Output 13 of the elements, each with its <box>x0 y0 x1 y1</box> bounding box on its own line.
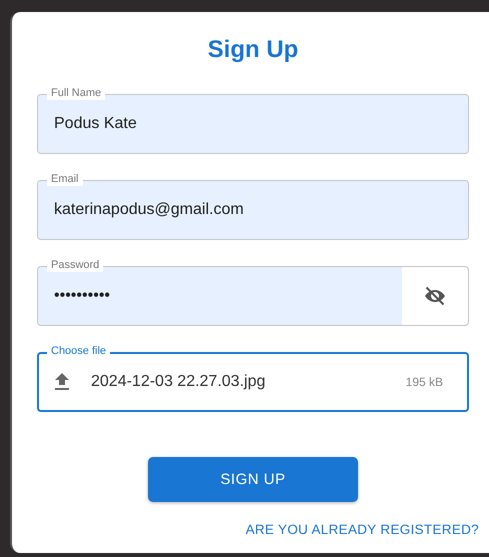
sign-up-button[interactable]: SIGN UP <box>148 457 358 502</box>
field-label: Full Name <box>47 87 106 100</box>
text-input[interactable]: katerinapodus@gmail.com <box>38 181 468 239</box>
field-label: Password <box>47 259 104 272</box>
eye-slash-icon[interactable] <box>423 284 447 308</box>
upload-icon <box>53 372 71 392</box>
text-input[interactable]: Podus Kate <box>38 95 468 153</box>
file-size: 195 kB <box>406 375 443 389</box>
file-name: 2024-12-03 22.27.03.jpg <box>91 373 266 391</box>
login-link[interactable]: ARE YOU ALREADY REGISTERED? <box>246 522 479 537</box>
dialog-title: Sign Up <box>208 36 298 64</box>
text-input[interactable]: •••••••••• <box>38 267 402 325</box>
field-label: Email <box>47 173 83 186</box>
